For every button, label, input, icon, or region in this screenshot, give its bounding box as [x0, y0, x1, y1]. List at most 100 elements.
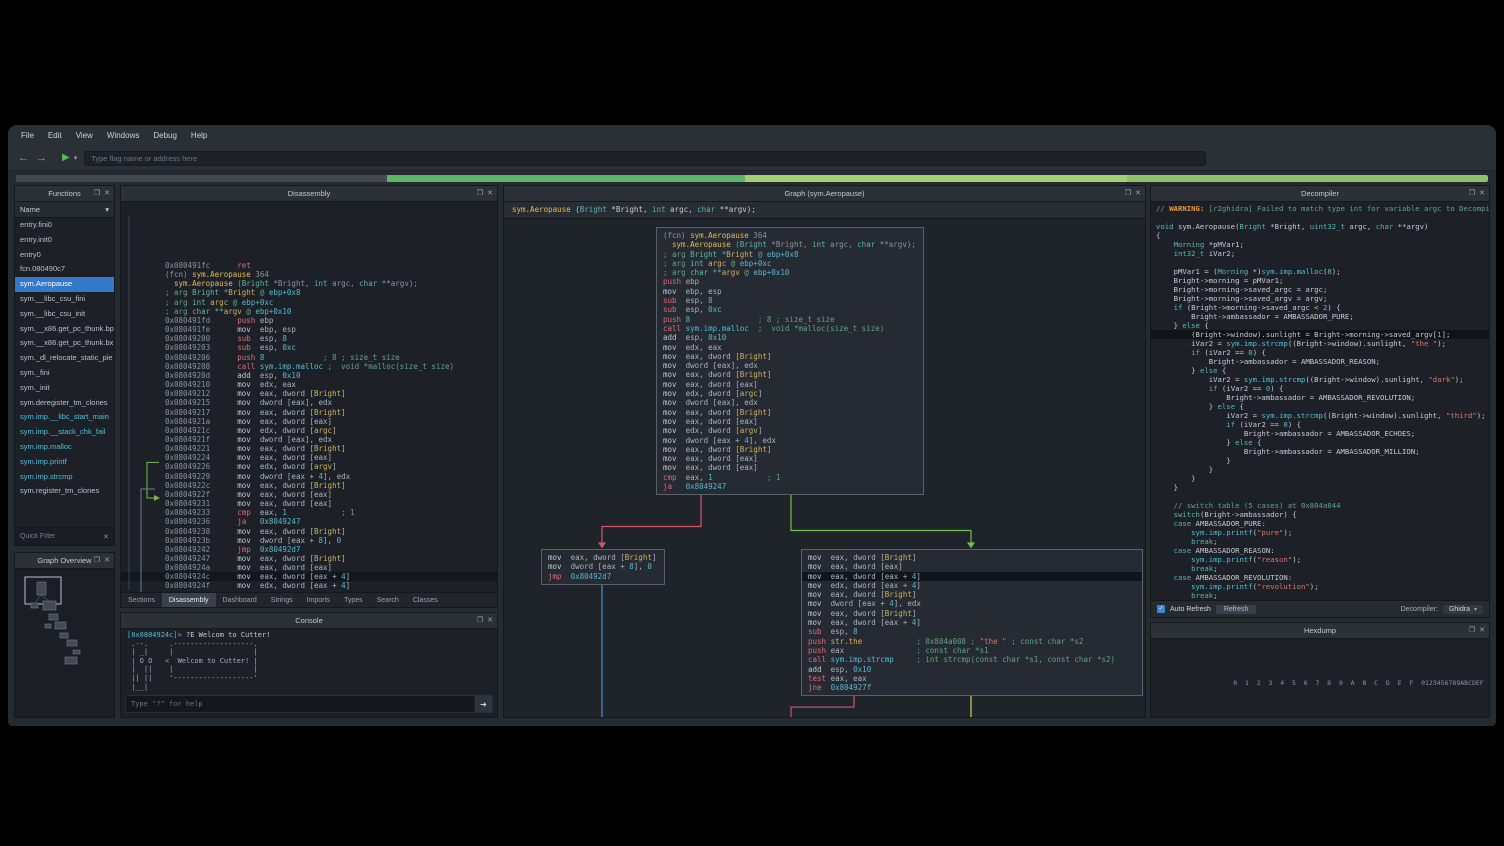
tab-sections[interactable]: Sections [121, 593, 162, 607]
function-item-sym._fini[interactable]: sym._fini [15, 366, 114, 381]
asm-line[interactable]: 0x08049224 mov eax, dword [eax] [121, 453, 497, 462]
graph-asm-line[interactable]: mov eax, dword [Bright] [663, 352, 917, 361]
graph-asm-line[interactable]: sub esp, 0xc [663, 305, 917, 314]
decompiler-line[interactable]: (Bright->window).sunlight = Bright->morn… [1151, 330, 1489, 339]
graph-asm-line[interactable]: push str.the ; 0x804a008 ; "the " ; cons… [808, 637, 1136, 646]
float-icon[interactable]: ❐ [1469, 190, 1475, 197]
decompiler-line[interactable]: sym.imp.printf("pure"); [1151, 528, 1489, 537]
asm-line[interactable]: 0x0804922c mov eax, dword [Bright] [121, 481, 497, 490]
graph-asm-line[interactable]: ; arg char **argv @ ebp+0x10 [663, 268, 917, 277]
graph-asm-line[interactable]: push 8 ; 8 ; size_t size [663, 315, 917, 324]
tab-dashboard[interactable]: Dashboard [216, 593, 264, 607]
graph-asm-line[interactable]: ; arg Bright *Bright @ ebp+0x8 [663, 250, 917, 259]
asm-line[interactable]: 0x08049203 sub esp, 0xc [121, 343, 497, 352]
asm-line[interactable]: 0x080491fe mov ebp, esp [121, 325, 497, 334]
seekbar-segment[interactable] [745, 175, 1128, 182]
graph-asm-line[interactable]: mov edx, dword [argc] [663, 389, 917, 398]
decompiler-line[interactable]: Bright->ambassador = AMBASSADOR_REVOLUTI… [1151, 393, 1489, 402]
decompiler-line[interactable]: Bright->ambassador = AMBASSADOR_REASON; [1151, 357, 1489, 366]
graph-asm-line[interactable]: mov dword [eax], edx [663, 361, 917, 370]
decompiler-line[interactable]: if (Bright->morning->saved_argc < 2) { [1151, 303, 1489, 312]
asm-line[interactable]: 0x08049236 ja 0x8049247 [121, 517, 497, 526]
graph-asm-line[interactable]: mov dword [eax], edx [663, 398, 917, 407]
decompiler-line[interactable]: } [1151, 456, 1489, 465]
tab-search[interactable]: Search [370, 593, 406, 607]
asm-line[interactable]: ; arg char **argv @ ebp+0x10 [121, 307, 497, 316]
asm-line[interactable]: 0x08049231 mov eax, dword [eax] [121, 499, 497, 508]
decompiler-line[interactable]: // switch table (5 cases) at 0x804a044 [1151, 501, 1489, 510]
float-icon[interactable]: ❐ [477, 190, 483, 197]
asm-line[interactable]: 0x080491fc ret [121, 261, 497, 270]
function-item-entry0[interactable]: entry0 [15, 248, 114, 263]
graph-asm-line[interactable]: mov eax, dword [Bright] [808, 590, 1136, 599]
hexdump-view[interactable]: 0 1 2 3 4 5 6 7 8 9 A B C D E F 01234567… [1151, 639, 1489, 717]
graph-asm-line[interactable]: push eax ; const char *s1 [808, 646, 1136, 655]
back-icon[interactable]: ← [18, 153, 29, 164]
graph-asm-line[interactable]: jmp 0x80492d7 [548, 572, 658, 581]
function-item-sym.imp.malloc[interactable]: sym.imp.malloc [15, 440, 114, 455]
graph-asm-line[interactable]: mov eax, dword [eax + 4] [802, 572, 1142, 581]
play-icon[interactable]: ▶ [62, 153, 70, 163]
function-item-sym.__x86.get_pc_thunk.bp[interactable]: sym.__x86.get_pc_thunk.bp [15, 322, 114, 337]
console-panel-titlebar[interactable]: Console ❐ ✕ [121, 613, 497, 629]
close-icon[interactable]: ✕ [487, 617, 493, 624]
auto-refresh-checkbox[interactable]: ✓ [1157, 605, 1165, 613]
graph-asm-line[interactable]: test eax, eax [808, 674, 1136, 683]
decompiler-line[interactable]: case AMBASSADOR_REASON: [1151, 546, 1489, 555]
graph-asm-line[interactable]: jne 0x804927f [808, 683, 1136, 692]
graph-asm-line[interactable]: mov eax, dword [Bright] [548, 553, 658, 562]
function-item-entry.fini0[interactable]: entry.fini0 [15, 218, 114, 233]
decompiler-line[interactable]: sym.imp.printf("revolution"); [1151, 582, 1489, 591]
asm-line[interactable]: 0x080491fd push ebp [121, 316, 497, 325]
asm-line[interactable]: 0x0804923b mov dword [eax + 8], 0 [121, 536, 497, 545]
asm-line[interactable]: 0x08049208 call sym.imp.malloc ; void *m… [121, 362, 497, 371]
asm-line[interactable]: 0x08049206 push 8 ; 8 ; size_t size [121, 353, 497, 362]
asm-line[interactable]: sym.Aeropause (Bright *Bright, int argc,… [121, 279, 497, 288]
asm-line[interactable]: 0x08049242 jmp 0x80492d7 [121, 545, 497, 554]
asm-line[interactable]: 0x0804922f mov eax, dword [eax] [121, 490, 497, 499]
decompiler-line[interactable]: } else { [1151, 438, 1489, 447]
asm-line[interactable]: 0x0804920d add esp, 0x10 [121, 371, 497, 380]
tab-disassembly[interactable]: Disassembly [162, 593, 216, 607]
graph-canvas[interactable]: (fcn) sym.Aeropause 364 sym.Aeropause (B… [504, 219, 1145, 717]
tab-strings[interactable]: Strings [264, 593, 300, 607]
address-input[interactable] [84, 151, 1206, 166]
decompiler-line[interactable]: Bright->morning->saved_argc = argc; [1151, 285, 1489, 294]
decompiler-line[interactable]: iVar2 = sym.imp.strcmp((Bright->window).… [1151, 375, 1489, 384]
decompiler-line[interactable]: break; [1151, 537, 1489, 546]
seekbar-segment[interactable] [16, 175, 387, 182]
decompiler-line[interactable]: int32_t iVar2; [1151, 249, 1489, 258]
decompiler-line[interactable]: void sym.Aeropause(Bright *Bright, uint3… [1151, 222, 1489, 231]
function-item-sym._dl_relocate_static_pie[interactable]: sym._dl_relocate_static_pie [15, 351, 114, 366]
graph-asm-line[interactable]: mov eax, dword [eax + 4] [808, 618, 1136, 627]
decompiler-line[interactable]: Bright->ambassador = AMBASSADOR_ECHOES; [1151, 429, 1489, 438]
decompiler-line[interactable]: sym.imp.printf("reason"); [1151, 555, 1489, 564]
function-item-sym.__x86.get_pc_thunk.bx[interactable]: sym.__x86.get_pc_thunk.bx [15, 336, 114, 351]
graph-asm-line[interactable]: add esp, 0x10 [808, 665, 1136, 674]
graph-asm-line[interactable]: sub esp, 8 [808, 627, 1136, 636]
chevron-down-icon[interactable]: ▾ [74, 154, 78, 162]
decompiler-line[interactable]: if (iVar2 == 0) { [1151, 384, 1489, 393]
float-icon[interactable]: ❐ [94, 190, 100, 197]
decompiler-line[interactable] [1151, 258, 1489, 267]
asm-line[interactable]: ; arg int argc @ ebp+0xc [121, 298, 497, 307]
decompiler-line[interactable]: Bright->ambassador = AMBASSADOR_PURE; [1151, 312, 1489, 321]
asm-line[interactable]: 0x0804924c mov eax, dword [eax + 4] [121, 572, 497, 581]
decompiler-line[interactable]: } else { [1151, 402, 1489, 411]
hexdump-panel-titlebar[interactable]: Hexdump ❐ ✕ [1151, 623, 1489, 639]
seek-bar[interactable] [16, 175, 1488, 182]
function-item-sym.imp.strcmp[interactable]: sym.imp.strcmp [15, 470, 114, 485]
decompiler-line[interactable]: break; [1151, 564, 1489, 573]
graph-asm-line[interactable]: sym.Aeropause (Bright *Bright, int argc,… [663, 240, 917, 249]
graph-asm-line[interactable]: add esp, 0x10 [663, 333, 917, 342]
decompiler-panel-titlebar[interactable]: Decompiler ❐ ✕ [1151, 186, 1489, 202]
decompiler-line[interactable]: if (iVar2 == 0) { [1151, 348, 1489, 357]
clear-filter-icon[interactable]: ✕ [101, 533, 111, 541]
close-icon[interactable]: ✕ [487, 190, 493, 197]
graph-asm-line[interactable]: mov eax, dword [eax] [663, 463, 917, 472]
decompiler-line[interactable]: } else { [1151, 366, 1489, 375]
function-item-fcn.080490c7[interactable]: fcn.080490c7 [15, 262, 114, 277]
asm-line[interactable]: 0x0804921a mov eax, dword [eax] [121, 417, 497, 426]
graph-asm-line[interactable]: ; arg int argc @ ebp+0xc [663, 259, 917, 268]
graph-asm-line[interactable]: cmp eax, 1 ; 1 [663, 473, 917, 482]
